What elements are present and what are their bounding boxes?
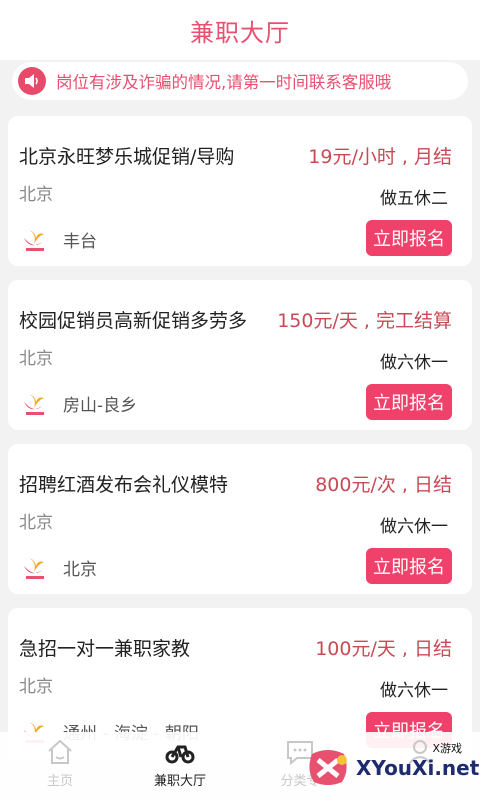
job-district: 房山-良乡 xyxy=(63,396,138,416)
job-salary: 19元/小时 , 月结 xyxy=(308,146,452,168)
job-district: 丰台 xyxy=(63,232,97,252)
job-schedule: 做六休一 xyxy=(380,517,448,537)
job-schedule: 做六休一 xyxy=(380,353,448,373)
job-card[interactable]: 招聘红酒发布会礼仪模特 800元/次 , 日结 北京 做六休一 北京 立即报名 xyxy=(8,444,472,594)
company-logo-icon xyxy=(24,394,44,415)
company-logo-icon xyxy=(24,230,44,251)
tab-label: 兼职大厅 xyxy=(153,774,206,789)
job-schedule: 做五休二 xyxy=(380,189,448,209)
watermark-text: XYouXi.net xyxy=(356,756,480,780)
site-watermark: XYouXi.net X游戏 xyxy=(304,740,480,796)
home-icon xyxy=(48,739,72,764)
job-salary: 800元/次 , 日结 xyxy=(315,474,452,496)
tab-label: 主页 xyxy=(46,774,73,789)
tab-hall[interactable]: 兼职大厅 xyxy=(120,732,240,800)
bicycle-icon xyxy=(165,745,195,764)
apply-button[interactable]: 立即报名 xyxy=(366,220,452,256)
job-salary: 100元/天 , 日结 xyxy=(315,638,452,660)
job-city: 北京 xyxy=(19,185,53,205)
job-salary: 150元/天 , 完工结算 xyxy=(277,310,452,332)
job-title: 校园促销员高新促销多劳多 xyxy=(19,310,248,332)
job-city: 北京 xyxy=(19,677,53,697)
watermark-small-text: X游戏 xyxy=(432,742,462,755)
page-title: 兼职大厅 xyxy=(190,18,290,47)
job-title: 招聘红酒发布会礼仪模特 xyxy=(19,474,229,496)
company-logo-icon xyxy=(24,558,44,579)
tab-home[interactable]: 主页 xyxy=(0,732,120,800)
apply-button[interactable]: 立即报名 xyxy=(366,548,452,584)
speaker-icon xyxy=(18,67,46,95)
job-district: 北京 xyxy=(63,560,97,580)
notice-text: 岗位有涉及诈骗的情况,请第一时间联系客服哦 xyxy=(56,73,392,92)
job-title: 北京永旺梦乐城促销/导购 xyxy=(19,146,235,168)
notice-banner: 岗位有涉及诈骗的情况,请第一时间联系客服哦 xyxy=(12,62,468,100)
apply-button[interactable]: 立即报名 xyxy=(366,384,452,420)
job-card[interactable]: 北京永旺梦乐城促销/导购 19元/小时 , 月结 北京 做五休二 丰台 立即报名 xyxy=(8,116,472,266)
job-list: 北京永旺梦乐城促销/导购 19元/小时 , 月结 北京 做五休二 丰台 立即报名… xyxy=(8,116,472,772)
gamepad-logo-icon xyxy=(309,750,347,785)
job-schedule: 做六休一 xyxy=(380,681,448,701)
job-card[interactable]: 校园促销员高新促销多劳多 150元/天 , 完工结算 北京 做六休一 房山-良乡… xyxy=(8,280,472,430)
job-city: 北京 xyxy=(19,513,53,533)
job-title: 急招一对一兼职家教 xyxy=(19,638,191,660)
job-city: 北京 xyxy=(19,349,53,369)
top-bar: 兼职大厅 xyxy=(0,0,480,60)
